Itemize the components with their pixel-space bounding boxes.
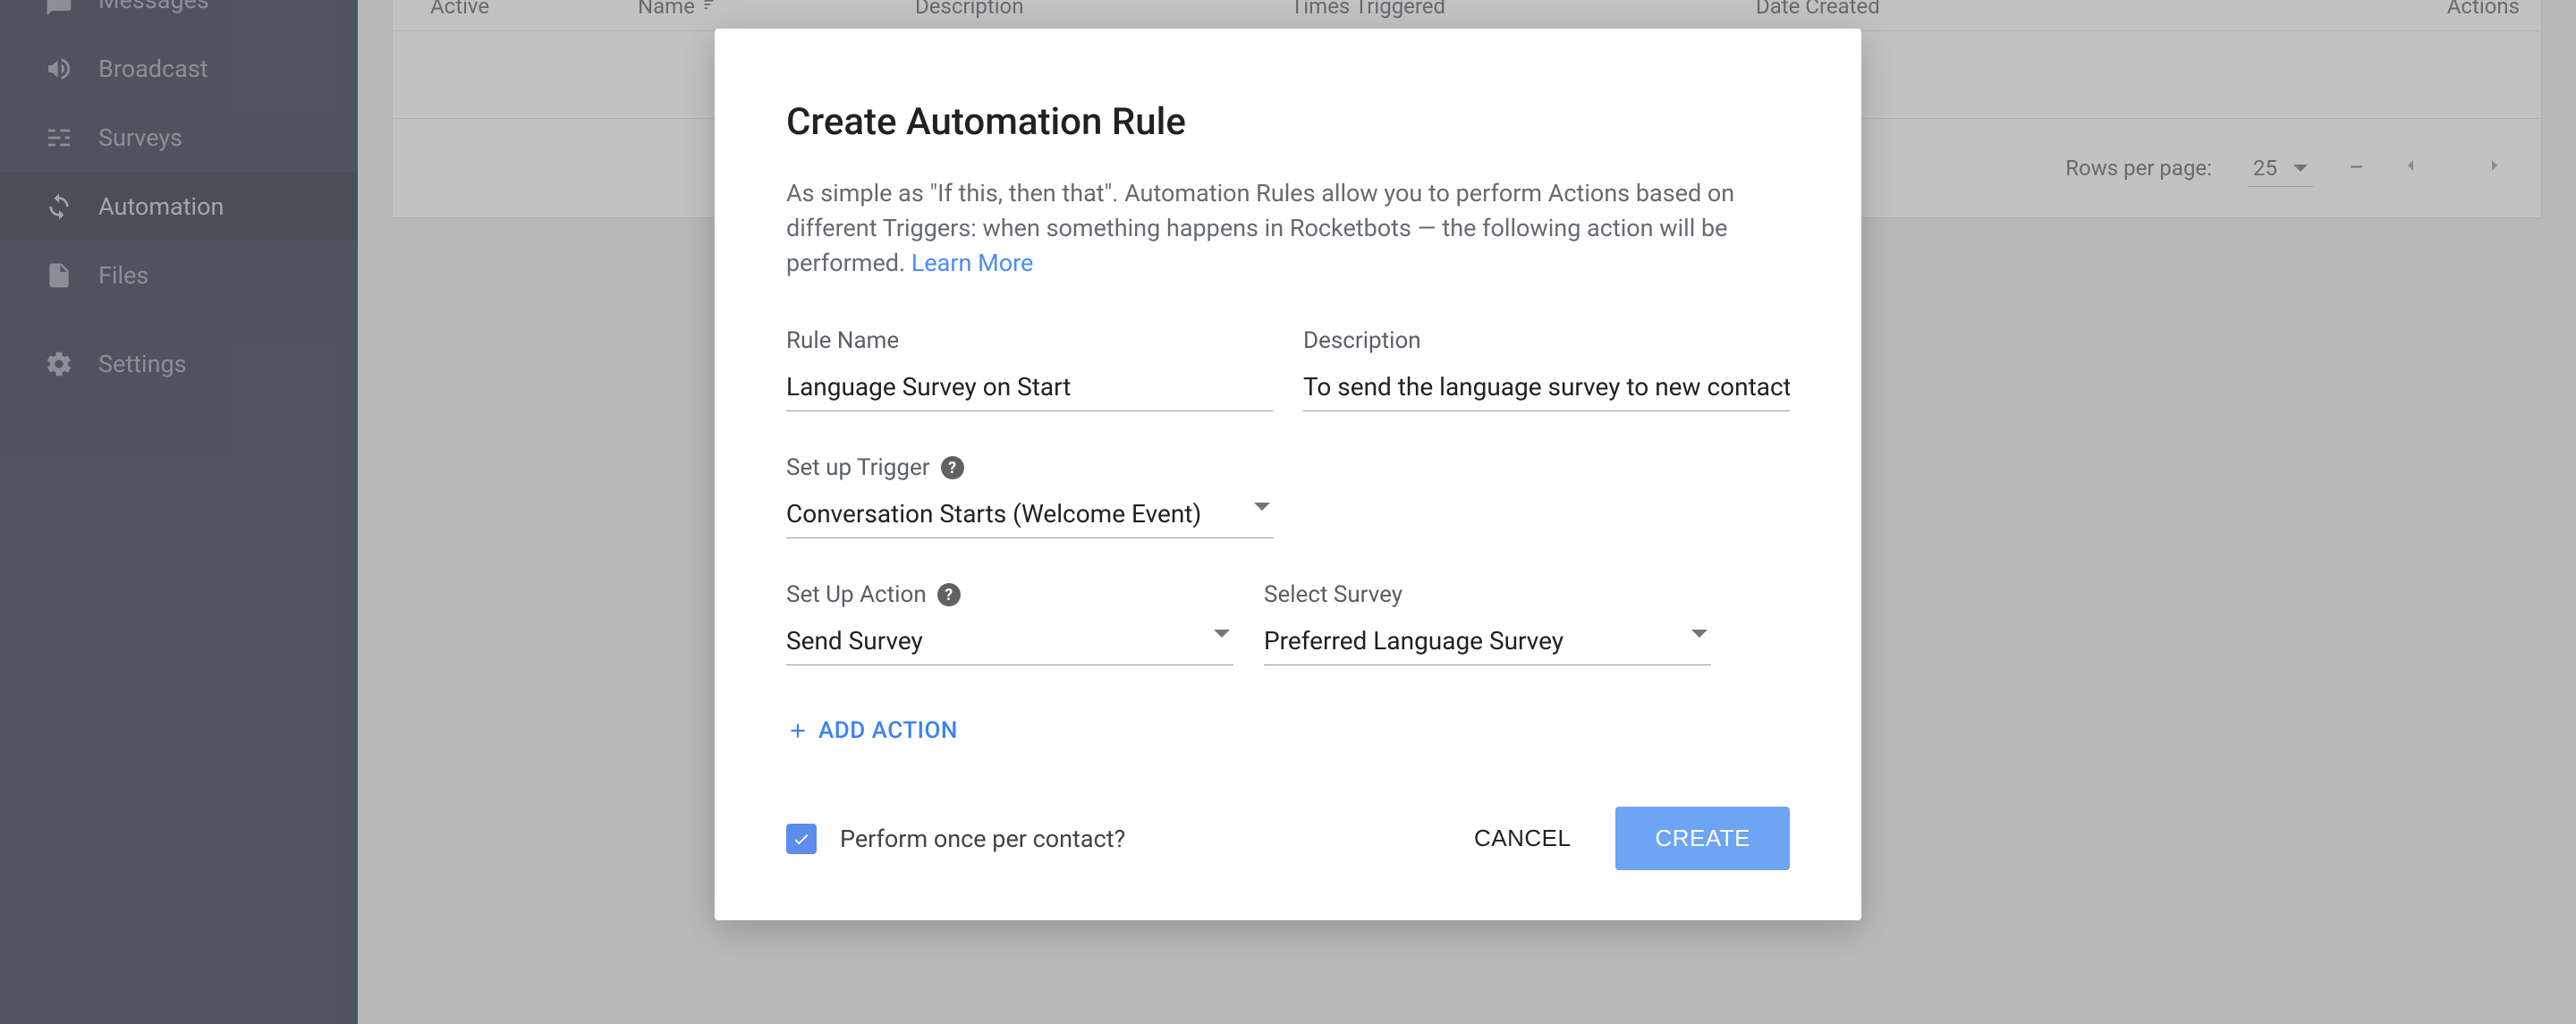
check-icon xyxy=(792,829,811,849)
add-action-button[interactable]: ADD ACTION xyxy=(786,717,958,744)
create-automation-modal: Create Automation Rule As simple as "If … xyxy=(715,29,1861,920)
plus-icon xyxy=(786,719,809,742)
cancel-button[interactable]: CANCEL xyxy=(1474,825,1571,852)
description-field: Description xyxy=(1303,327,1790,411)
rule-name-field: Rule Name xyxy=(786,327,1273,411)
trigger-label: Set up Trigger xyxy=(786,454,930,481)
perform-once-label: Perform once per contact? xyxy=(840,825,1125,853)
caret-down-icon xyxy=(1214,630,1230,638)
survey-select[interactable]: Preferred Language Survey xyxy=(1264,621,1711,665)
select-survey-field: Select Survey Preferred Language Survey xyxy=(1264,581,1711,665)
modal-overlay[interactable]: Create Automation Rule As simple as "If … xyxy=(0,0,2576,1024)
help-icon[interactable]: ? xyxy=(941,456,964,479)
modal-title: Create Automation Rule xyxy=(786,100,1790,144)
caret-down-icon xyxy=(1691,630,1707,638)
trigger-select[interactable]: Conversation Starts (Welcome Event) xyxy=(786,494,1274,538)
perform-once-row: Perform once per contact? xyxy=(786,824,1125,854)
rule-name-label: Rule Name xyxy=(786,327,1273,354)
learn-more-link[interactable]: Learn More xyxy=(911,249,1034,277)
description-input[interactable] xyxy=(1303,367,1790,411)
trigger-field: Set up Trigger ? Conversation Starts (We… xyxy=(786,454,1274,538)
create-button[interactable]: CREATE xyxy=(1615,807,1790,870)
rule-name-input[interactable] xyxy=(786,367,1273,411)
modal-description: As simple as "If this, then that". Autom… xyxy=(786,176,1790,281)
action-label: Set Up Action xyxy=(786,581,927,608)
caret-down-icon xyxy=(1254,503,1270,511)
help-icon[interactable]: ? xyxy=(937,583,961,606)
action-select[interactable]: Send Survey xyxy=(786,621,1233,665)
select-survey-label: Select Survey xyxy=(1264,581,1711,608)
action-field: Set Up Action ? Send Survey xyxy=(786,581,1233,665)
perform-once-checkbox[interactable] xyxy=(786,824,817,854)
description-label: Description xyxy=(1303,327,1790,354)
